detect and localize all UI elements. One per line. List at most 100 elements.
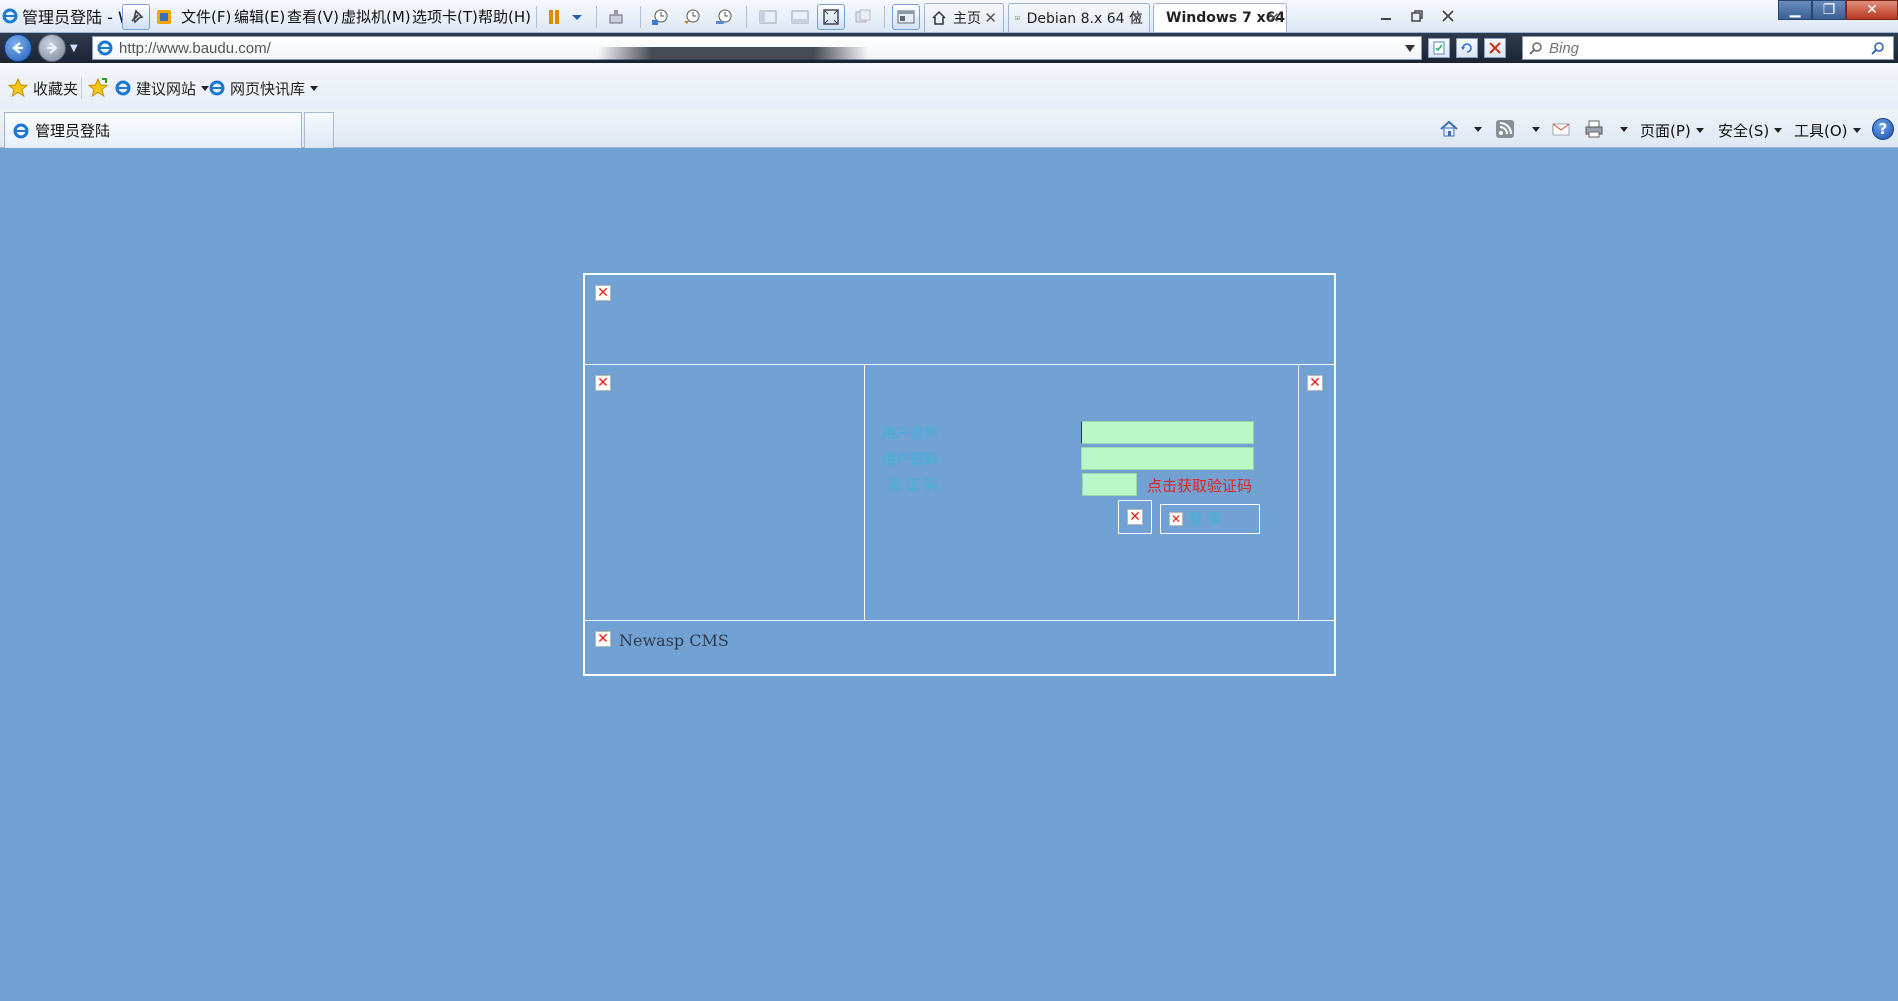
header-row: ✕: [585, 275, 1334, 365]
address-dropdown-icon[interactable]: [1405, 45, 1415, 53]
chevron-down-icon: [201, 85, 210, 91]
ie-page-icon: [97, 40, 113, 56]
search-go-icon[interactable]: [1871, 41, 1885, 55]
ie-page-icon: [209, 80, 225, 96]
tools-menu[interactable]: 工具(O): [1794, 118, 1861, 142]
page-menu-label: 页面(P): [1640, 121, 1691, 140]
unity-icon[interactable]: [849, 4, 877, 30]
help-icon: ?: [1872, 118, 1894, 140]
chevron-down-icon[interactable]: [1610, 118, 1632, 140]
forward-button[interactable]: [38, 34, 66, 62]
tab-home-label: 主页: [953, 11, 981, 27]
ie-maximize-icon[interactable]: ❐: [1812, 0, 1846, 20]
broken-image-icon: ✕: [595, 631, 611, 647]
chevron-down-icon: [1695, 127, 1704, 133]
address-shadow: [598, 47, 868, 60]
send-keys-icon[interactable]: [602, 4, 630, 30]
home-icon[interactable]: [1438, 118, 1460, 140]
refresh-icon[interactable]: [1456, 38, 1478, 58]
tab-title: 管理员登陆: [35, 122, 111, 140]
add-favorite-icon: [88, 78, 108, 98]
back-button[interactable]: [4, 34, 32, 62]
print-icon[interactable]: [1583, 118, 1605, 140]
chevron-down-icon[interactable]: [563, 4, 591, 30]
tab-windows7[interactable]: Windows 7 x64 ✕: [1153, 3, 1287, 32]
close-icon[interactable]: ✕: [984, 9, 997, 27]
captcha-input[interactable]: [1082, 473, 1137, 496]
vmware-toolbar: 管理员登陆 - Win 文件(F) 编辑(E) 查看(V) 虚拟机(M) 选项卡…: [0, 0, 1898, 33]
separator: [596, 6, 597, 28]
history-dropdown-icon[interactable]: ▼: [70, 43, 78, 54]
menu-file[interactable]: 文件(F): [181, 6, 231, 27]
ie-close-icon[interactable]: ✕: [1846, 0, 1898, 20]
close-window-icon[interactable]: [1436, 6, 1460, 26]
get-captcha-link[interactable]: 点击获取验证码: [1147, 475, 1252, 496]
address-bar[interactable]: http://www.baudu.com/: [92, 36, 1422, 60]
tab-home[interactable]: 主页 ✕: [924, 3, 1004, 32]
page-content: ✕ ✕ ✕ 用户名称 用户密码 验 证 码 点击获取验证码 ✕ ✕ 登 录 ✕ …: [0, 148, 1898, 1001]
username-input[interactable]: [1081, 421, 1254, 444]
favorites-bar: 收藏夹 建议网站 网页快讯库: [0, 63, 1898, 113]
chevron-down-icon[interactable]: [1522, 118, 1544, 140]
new-tab-button[interactable]: [304, 112, 334, 148]
read-mail-icon[interactable]: [1550, 118, 1572, 140]
rss-feed-icon[interactable]: [1494, 118, 1516, 140]
restore-icon[interactable]: [1405, 6, 1429, 26]
separator: [81, 77, 82, 99]
safety-menu[interactable]: 安全(S): [1718, 118, 1783, 142]
tab-admin-login[interactable]: 管理员登陆: [4, 112, 302, 148]
menu-help[interactable]: 帮助(H): [478, 6, 531, 27]
fullscreen-icon[interactable]: [817, 4, 845, 30]
tab-debian-label: Debian 8.x 64 位: [1026, 11, 1143, 27]
ie-minimize-icon[interactable]: ▁: [1778, 0, 1812, 20]
suggested-sites-label: 建议网站: [136, 79, 197, 98]
chevron-down-icon[interactable]: [1464, 118, 1486, 140]
snapshot-manager-icon[interactable]: [710, 4, 738, 30]
console-view-icon[interactable]: [892, 4, 920, 30]
chevron-down-icon: [1852, 127, 1861, 133]
menu-edit[interactable]: 编辑(E): [234, 6, 285, 27]
arrow-left-icon: [12, 42, 23, 54]
footer-text: Newasp CMS: [619, 631, 729, 650]
close-icon[interactable]: ✕: [1130, 9, 1143, 27]
safety-menu-label: 安全(S): [1718, 121, 1770, 140]
reset-image-button[interactable]: ✕: [1118, 500, 1152, 534]
web-slice-gallery-button[interactable]: 网页快讯库: [209, 76, 319, 100]
stop-icon[interactable]: [1484, 38, 1506, 58]
pin-icon[interactable]: [122, 4, 150, 30]
search-input[interactable]: [1549, 39, 1849, 57]
login-button[interactable]: ✕ 登 录: [1160, 504, 1260, 534]
minimize-icon[interactable]: [1374, 6, 1398, 26]
add-favorite-button[interactable]: [88, 76, 113, 100]
search-box[interactable]: [1522, 36, 1894, 60]
password-input[interactable]: [1081, 447, 1254, 470]
tab-debian[interactable]: Debian 8.x 64 位 ✕: [1008, 3, 1150, 32]
address-text[interactable]: http://www.baudu.com/: [119, 40, 271, 57]
broken-image-icon: ✕: [595, 285, 611, 301]
close-icon[interactable]: ✕: [1267, 9, 1280, 27]
separator: [884, 6, 885, 28]
help-button[interactable]: ?: [1872, 118, 1894, 140]
menu-tabs[interactable]: 选项卡(T): [412, 6, 478, 27]
captcha-label: 验 证 码: [887, 478, 938, 494]
ie-page-icon: [13, 123, 29, 138]
left-cell: ✕: [585, 365, 865, 620]
thumbnail-view-icon[interactable]: [786, 4, 814, 30]
chevron-down-icon: [1774, 127, 1783, 133]
suggested-sites-button[interactable]: 建议网站: [115, 76, 210, 100]
page-menu[interactable]: 页面(P): [1640, 118, 1704, 142]
menu-view[interactable]: 查看(V): [287, 6, 339, 27]
vmware-icon[interactable]: [150, 4, 178, 30]
login-frame: ✕ ✕ ✕ 用户名称 用户密码 验 证 码 点击获取验证码 ✕ ✕ 登 录 ✕ …: [583, 273, 1336, 676]
broken-image-icon: ✕: [1169, 512, 1183, 526]
snapshot-icon[interactable]: [646, 4, 674, 30]
separator: [640, 6, 641, 28]
menu-vm[interactable]: 虚拟机(M): [341, 6, 411, 27]
favorites-button[interactable]: 收藏夹: [8, 76, 78, 100]
search-icon: [1529, 42, 1542, 55]
right-divider: [1298, 365, 1299, 620]
compatibility-view-icon[interactable]: [1428, 38, 1450, 58]
sidebar-view-icon[interactable]: [754, 4, 782, 30]
password-label: 用户密码: [882, 452, 938, 468]
revert-snapshot-icon[interactable]: [678, 4, 706, 30]
